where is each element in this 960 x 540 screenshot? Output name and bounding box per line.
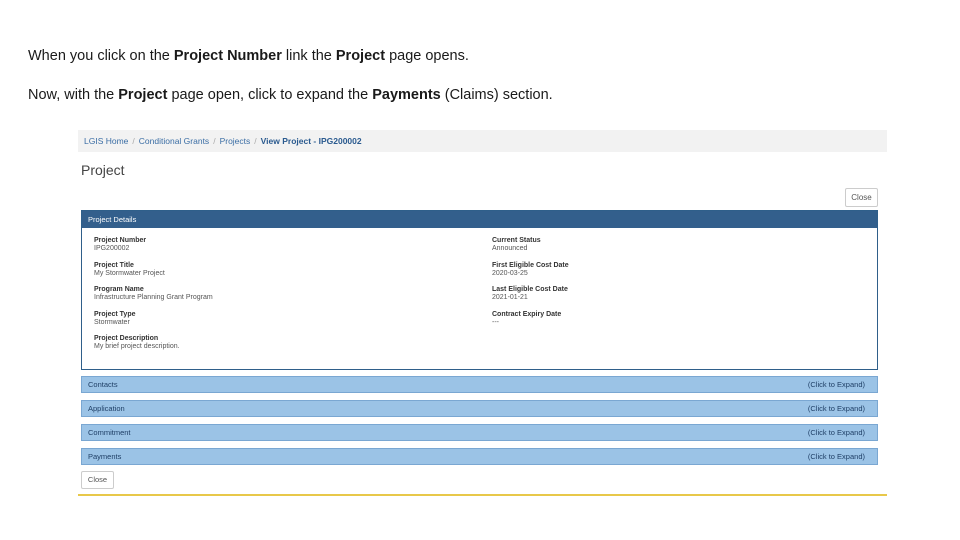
field-value: IPG200002	[94, 245, 130, 252]
instruction-text: When you click on the	[28, 48, 174, 64]
field-program-name: Program Name Infrastructure Planning Gran…	[94, 286, 213, 311]
breadcrumb-separator: /	[213, 136, 216, 146]
field-project-number: Project Number IPG200002	[94, 237, 213, 262]
breadcrumb-current: View Project - IPG200002	[260, 136, 362, 146]
field-value: My brief project description.	[94, 343, 180, 350]
section-expand-hint[interactable]: (Click to Expand)	[808, 452, 865, 461]
field-project-type: Project Type Stormwater	[94, 311, 213, 336]
instruction-bold: Project	[118, 87, 168, 103]
instruction-bold: Project Number	[173, 48, 282, 64]
details-right-column: Current Status Announced First Eligible C…	[492, 237, 569, 335]
instruction-text: (Claims) section.	[440, 87, 553, 103]
breadcrumb-conditional-grants-link[interactable]: Conditional Grants	[139, 136, 209, 146]
field-label: Project Description	[94, 335, 159, 342]
breadcrumb-separator: /	[254, 136, 257, 146]
field-last-eligible-cost-date: Last Eligible Cost Date 2021-01-21	[492, 286, 569, 311]
instruction-bold: Payments	[372, 87, 441, 103]
instruction-text: Now, with the	[28, 87, 119, 103]
section-title: Application	[88, 404, 125, 413]
field-value: 2020-03-25	[492, 269, 528, 277]
field-first-eligible-cost-date: First Eligible Cost Date 2020-03-25	[492, 262, 569, 287]
instruction-bold: Project	[335, 48, 386, 64]
field-current-status: Current Status Announced	[492, 237, 569, 262]
breadcrumb-projects-link[interactable]: Projects	[220, 136, 251, 146]
field-label: Project Title	[94, 261, 134, 269]
project-details-header: Project Details	[82, 211, 877, 228]
section-expand-hint[interactable]: (Click to Expand)	[808, 380, 865, 389]
section-title: Contacts	[88, 380, 118, 389]
field-label: Contract Expiry Date	[492, 310, 562, 318]
section-payments[interactable]: Payments (Click to Expand)	[81, 448, 878, 465]
field-value: Announced	[492, 245, 528, 252]
footer-divider	[78, 494, 887, 496]
instruction-line-1: When you click on the Project Number lin…	[28, 48, 469, 64]
breadcrumb: LGIS Home / Conditional Grants / Projects / Vi…	[78, 130, 887, 152]
field-contract-expiry-date: Contract Expiry Date ---	[492, 311, 569, 336]
page-title: Project	[81, 162, 125, 178]
field-value: My Stormwater Project	[94, 269, 165, 277]
field-label: Current Status	[492, 237, 541, 244]
section-expand-hint[interactable]: (Click to Expand)	[808, 404, 865, 413]
field-label: Project Number	[94, 237, 147, 244]
section-commitment[interactable]: Commitment (Click to Expand)	[81, 424, 878, 441]
breadcrumb-separator: /	[132, 136, 135, 146]
details-left-column: Project Number IPG200002 Project Title My …	[94, 237, 213, 360]
field-value: Infrastructure Planning Grant Program	[94, 294, 213, 301]
close-button-bottom[interactable]: Close	[81, 471, 114, 489]
instruction-text: page opens.	[385, 48, 469, 64]
section-application[interactable]: Application (Click to Expand)	[81, 400, 878, 417]
section-title: Payments	[88, 452, 122, 461]
instruction-text: page open, click to expand the	[167, 87, 373, 103]
project-details-panel: Project Details Project Number IPG200002 …	[81, 210, 878, 370]
field-value: Stormwater	[94, 318, 130, 326]
breadcrumb-home-link[interactable]: LGIS Home	[84, 136, 128, 146]
field-label: First Eligible Cost Date	[492, 261, 569, 269]
section-title: Commitment	[88, 428, 131, 437]
section-expand-hint[interactable]: (Click to Expand)	[808, 428, 865, 437]
field-project-title: Project Title My Stormwater Project	[94, 262, 213, 287]
field-label: Project Type	[94, 310, 136, 318]
section-contacts[interactable]: Contacts (Click to Expand)	[81, 376, 878, 393]
field-label: Last Eligible Cost Date	[492, 286, 568, 293]
instruction-line-2: Now, with the Project page open, click t…	[28, 87, 553, 103]
instruction-text: link the	[281, 48, 336, 64]
field-value: 2021-01-21	[492, 294, 528, 301]
project-page-screenshot: LGIS Home / Conditional Grants / Projects / Vi…	[78, 130, 887, 496]
close-button-top[interactable]: Close	[845, 188, 878, 207]
field-label: Program Name	[94, 286, 144, 293]
field-project-description: Project Description My brief project desc…	[94, 335, 213, 360]
field-value: ---	[492, 318, 499, 326]
